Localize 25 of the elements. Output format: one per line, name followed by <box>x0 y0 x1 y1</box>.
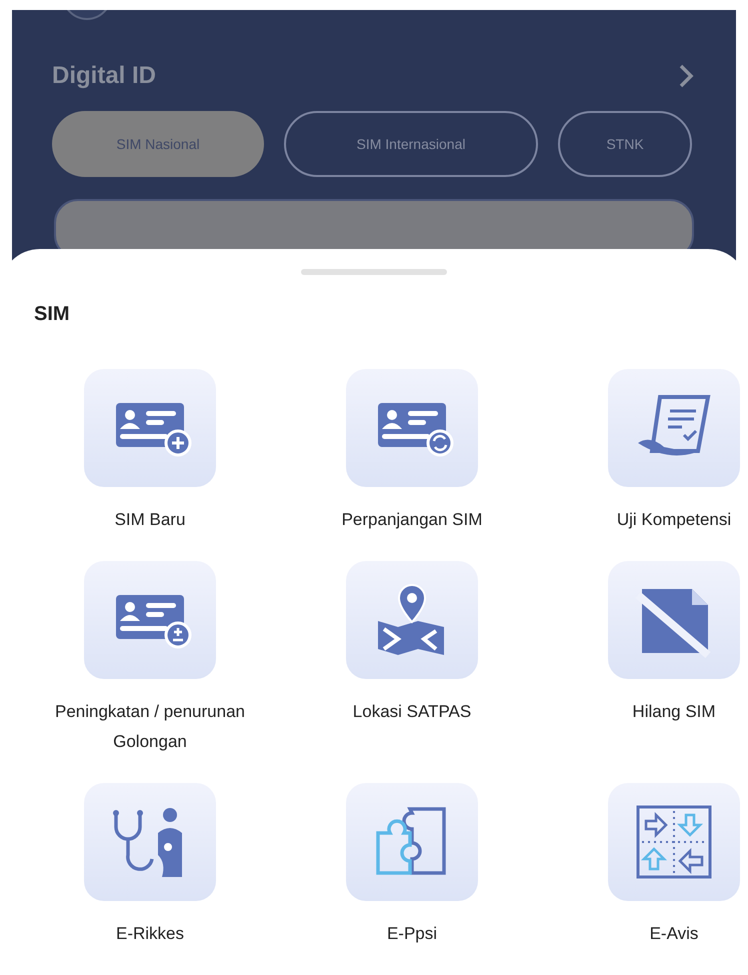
service-tile[interactable] <box>84 783 216 901</box>
service-label: E-Ppsi <box>386 923 438 945</box>
tab[interactable]: STNK <box>558 111 692 177</box>
service-label: Hilang SIM <box>631 701 717 723</box>
service-tile[interactable] <box>608 561 740 679</box>
chevron-right-icon[interactable] <box>678 63 694 89</box>
tab[interactable]: SIM Internasional <box>284 111 538 177</box>
service-label: Uji Kompetensi <box>616 509 732 531</box>
drag-handle[interactable] <box>301 269 447 275</box>
service-label: E-Avis <box>648 923 700 945</box>
section-heading: SIM <box>34 302 71 327</box>
service-tile[interactable] <box>346 369 478 487</box>
service-tile[interactable] <box>84 561 216 679</box>
tab[interactable]: SIM Nasional <box>52 111 264 177</box>
service-label: E-Rikkes <box>114 923 185 945</box>
service-tile[interactable] <box>608 783 740 901</box>
service-tile[interactable] <box>608 369 740 487</box>
section-title: Digital ID <box>52 61 156 91</box>
service-label: Peningkatan / penurunan Golongan <box>54 701 246 753</box>
service-label: Lokasi SATPAS <box>352 701 472 723</box>
service-tile[interactable] <box>84 369 216 487</box>
service-tile[interactable] <box>346 561 478 679</box>
service-label: Perpanjangan SIM <box>340 509 484 531</box>
service-label: SIM Baru <box>114 509 186 531</box>
service-tile[interactable] <box>346 783 478 901</box>
